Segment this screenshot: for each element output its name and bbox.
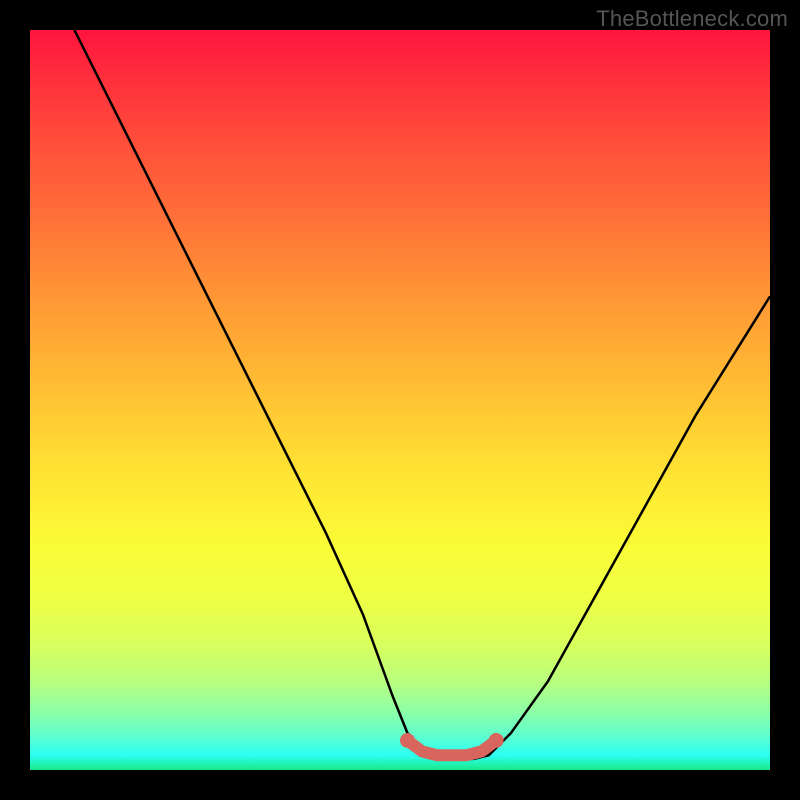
chart-container: TheBottleneck.com — [0, 0, 800, 800]
highlight-end-dot — [489, 733, 504, 748]
flat-highlight — [407, 740, 496, 755]
chart-svg — [30, 30, 770, 770]
watermark-text: TheBottleneck.com — [596, 6, 788, 32]
highlight-start-dot — [400, 733, 415, 748]
main-curve — [74, 30, 770, 759]
plot-area — [30, 30, 770, 770]
